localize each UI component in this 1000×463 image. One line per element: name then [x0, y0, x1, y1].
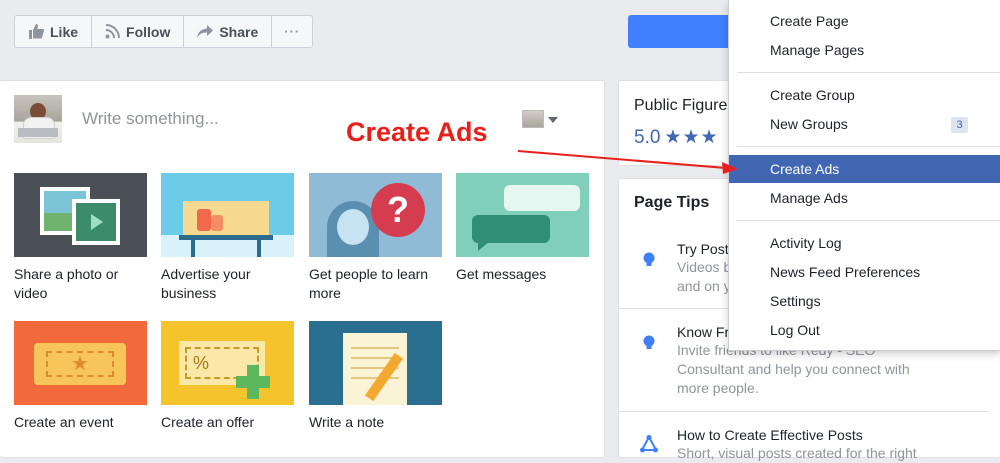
menu-item-label: New Groups: [770, 116, 848, 132]
divider: [619, 411, 989, 412]
tip-desc: Short, visual posts created for the righ…: [677, 445, 917, 461]
rss-icon: [105, 24, 121, 39]
tile-write-note[interactable]: Write a note: [309, 321, 442, 432]
menu-item-settings[interactable]: Settings: [729, 288, 1000, 314]
avatar[interactable]: [14, 95, 62, 143]
tile-create-event[interactable]: ★ Create an event: [14, 321, 147, 432]
tile-label: Create an event: [14, 414, 114, 430]
share-button[interactable]: Share: [184, 16, 273, 47]
tip-title: How to Create Effective Posts: [677, 427, 863, 443]
rating: 5.0 ★★★: [634, 126, 719, 149]
menu-divider: [737, 146, 1000, 147]
primary-action-button[interactable]: [628, 15, 738, 48]
like-button[interactable]: Like: [15, 16, 93, 47]
tile-create-offer[interactable]: % Create an offer: [161, 321, 294, 432]
chevron-down-icon[interactable]: [548, 117, 558, 123]
count-badge: 3: [951, 117, 968, 133]
write-something-input[interactable]: Write something...: [82, 109, 219, 129]
annotation-label: Create Ads: [346, 117, 488, 147]
thumbs-up-icon: [29, 24, 44, 39]
tip-desc: more people.: [677, 380, 759, 396]
menu-item-create-ads[interactable]: Create Ads: [729, 155, 1000, 183]
lightbulb-icon: [643, 252, 655, 266]
menu-item-log-out[interactable]: Log Out: [729, 317, 1000, 343]
rating-value: 5.0: [634, 126, 661, 148]
more-icon: ···: [284, 24, 301, 39]
page-tips-heading: Page Tips: [634, 194, 710, 211]
message-bubbles-icon: [456, 173, 589, 257]
post-as-avatar[interactable]: [522, 110, 544, 128]
advertise-icon: [161, 173, 294, 257]
page-action-bar: Like Follow Share ···: [14, 15, 314, 48]
learn-more-icon: ?: [309, 173, 442, 257]
ticket-icon: ★: [14, 321, 147, 405]
follow-button[interactable]: Follow: [92, 16, 185, 47]
tile-share-photo[interactable]: Share a photo or video: [14, 173, 147, 303]
tile-learn-more[interactable]: ? Get people to learn more: [309, 173, 442, 303]
settings-dropdown-menu: Create Page Manage Pages Create Group Ne…: [728, 0, 1000, 351]
like-label: Like: [50, 23, 79, 40]
tip-desc: Consultant and help you connect with: [677, 361, 910, 377]
photo-video-icon: [14, 173, 147, 257]
menu-item-create-group[interactable]: Create Group: [729, 82, 1000, 108]
share-nodes-icon: [640, 435, 658, 453]
star-icon: ★★★: [664, 127, 719, 148]
menu-item-manage-ads[interactable]: Manage Ads: [729, 185, 1000, 211]
tile-label: Get people to learn more: [309, 266, 429, 301]
menu-item-news-feed-preferences[interactable]: News Feed Preferences: [729, 259, 1000, 285]
tile-label: Advertise your business: [161, 266, 251, 301]
menu-divider: [737, 220, 1000, 221]
tile-label: Create an offer: [161, 414, 255, 430]
page-category: Public Figure: [634, 97, 728, 114]
share-label: Share: [219, 23, 259, 40]
tile-get-messages[interactable]: Get messages: [456, 173, 589, 284]
more-button[interactable]: ···: [272, 16, 312, 47]
offer-coupon-icon: %: [161, 321, 294, 405]
menu-item-activity-log[interactable]: Activity Log: [729, 230, 1000, 256]
tile-label: Get messages: [456, 266, 547, 282]
menu-divider: [737, 72, 1000, 73]
tip-item[interactable]: How to Create Effective Posts Short, vis…: [677, 426, 977, 463]
tile-label: Write a note: [309, 414, 385, 430]
follow-label: Follow: [126, 23, 171, 40]
menu-item-manage-pages[interactable]: Manage Pages: [729, 37, 1000, 63]
menu-item-new-groups[interactable]: New Groups 3: [729, 111, 1000, 137]
menu-item-create-page[interactable]: Create Page: [729, 8, 1000, 34]
tile-label: Share a photo or video: [14, 266, 119, 301]
share-arrow-icon: [197, 25, 214, 38]
lightbulb-icon: [643, 335, 655, 349]
tile-advertise[interactable]: Advertise your business: [161, 173, 294, 303]
note-pencil-icon: [309, 321, 442, 405]
